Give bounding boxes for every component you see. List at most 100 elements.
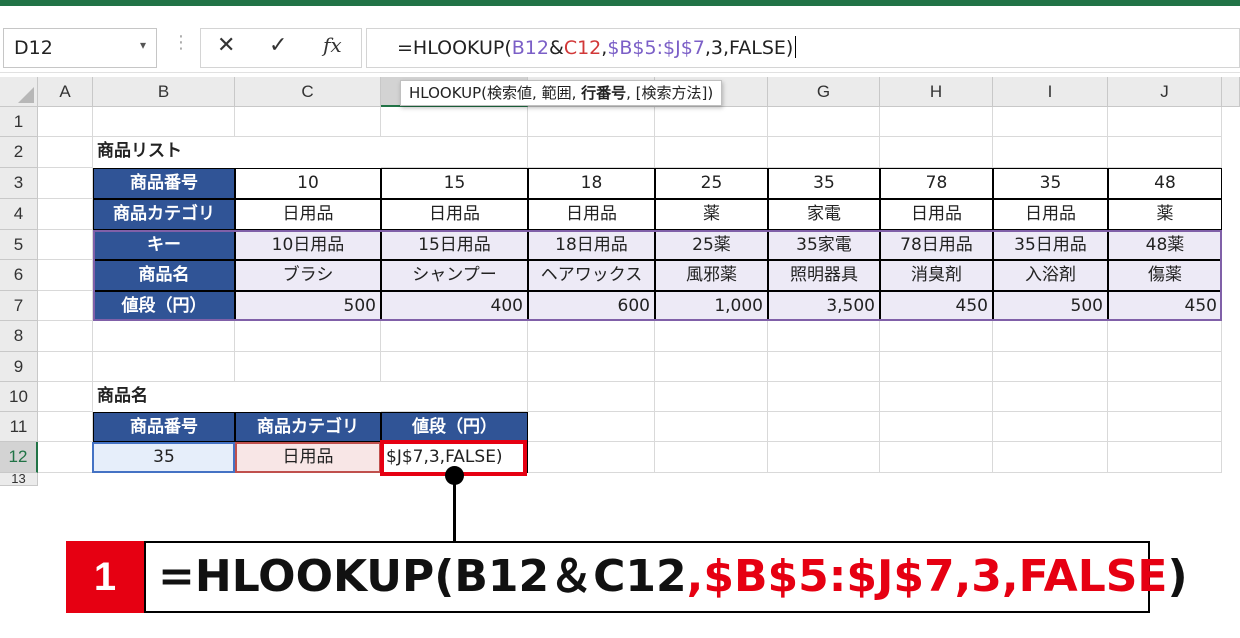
- cell-h11[interactable]: [880, 412, 993, 442]
- category-f4[interactable]: 薬: [655, 199, 768, 230]
- price-f7[interactable]: 1,000: [655, 291, 768, 321]
- price-i7[interactable]: 500: [993, 291, 1108, 321]
- cell-a4[interactable]: [38, 199, 93, 230]
- cell-a9[interactable]: [38, 352, 93, 382]
- cell-h2[interactable]: [880, 137, 993, 168]
- cell-f1[interactable]: [655, 107, 768, 137]
- key-j5[interactable]: 48薬: [1108, 230, 1222, 260]
- cell-i10[interactable]: [993, 382, 1108, 412]
- cell-a1[interactable]: [38, 107, 93, 137]
- product-number-h3[interactable]: 78: [880, 168, 993, 199]
- header-category[interactable]: 商品カテゴリ: [93, 199, 235, 230]
- cell-d8[interactable]: [381, 321, 528, 352]
- cell-i12[interactable]: [993, 442, 1108, 473]
- price-j7[interactable]: 450: [1108, 291, 1222, 321]
- cell-a11[interactable]: [38, 412, 93, 442]
- cell-j11[interactable]: [1108, 412, 1222, 442]
- column-header-c[interactable]: C: [235, 77, 381, 107]
- row-header-1[interactable]: 1: [0, 107, 38, 137]
- category-c4[interactable]: 日用品: [235, 199, 381, 230]
- column-header-a[interactable]: A: [38, 77, 93, 107]
- cell-f11[interactable]: [655, 412, 768, 442]
- name-f6[interactable]: 風邪薬: [655, 260, 768, 291]
- cell-g8[interactable]: [768, 321, 880, 352]
- cell-f12[interactable]: [655, 442, 768, 473]
- cell-f2[interactable]: [655, 137, 768, 168]
- cell-g11[interactable]: [768, 412, 880, 442]
- cell-b9[interactable]: [93, 352, 235, 382]
- cell-h10[interactable]: [880, 382, 993, 412]
- row-header-9[interactable]: 9: [0, 352, 38, 382]
- cell-i1[interactable]: [993, 107, 1108, 137]
- category-h4[interactable]: 日用品: [880, 199, 993, 230]
- product-number-f3[interactable]: 25: [655, 168, 768, 199]
- column-header-b[interactable]: B: [93, 77, 235, 107]
- name-e6[interactable]: ヘアワックス: [528, 260, 655, 291]
- row-header-12[interactable]: 12: [0, 442, 38, 473]
- cell-f10[interactable]: [655, 382, 768, 412]
- name-d6[interactable]: シャンプー: [381, 260, 528, 291]
- cell-e10[interactable]: [528, 382, 655, 412]
- cell-b1[interactable]: [93, 107, 235, 137]
- cell-g10[interactable]: [768, 382, 880, 412]
- name-j6[interactable]: 傷薬: [1108, 260, 1222, 291]
- name-g6[interactable]: 照明器具: [768, 260, 880, 291]
- tooltip-arg-lookup-value[interactable]: 検索値,: [487, 84, 542, 102]
- cell-d9[interactable]: [381, 352, 528, 382]
- cell-c1[interactable]: [235, 107, 381, 137]
- row-header-13[interactable]: 13: [0, 473, 38, 486]
- cell-g1[interactable]: [768, 107, 880, 137]
- cell-i2[interactable]: [993, 137, 1108, 168]
- column-header-k[interactable]: [1222, 77, 1240, 107]
- cell-e12[interactable]: [528, 442, 655, 473]
- cell-j12[interactable]: [1108, 442, 1222, 473]
- price-g7[interactable]: 3,500: [768, 291, 880, 321]
- cell-d2[interactable]: [381, 137, 528, 168]
- cell-j9[interactable]: [1108, 352, 1222, 382]
- cell-h9[interactable]: [880, 352, 993, 382]
- lookup-header-price[interactable]: 値段（円）: [381, 412, 528, 442]
- lookup-value-number[interactable]: 35: [93, 442, 235, 473]
- cell-e8[interactable]: [528, 321, 655, 352]
- cell-a6[interactable]: [38, 260, 93, 291]
- category-j4[interactable]: 薬: [1108, 199, 1222, 230]
- row-header-4[interactable]: 4: [0, 199, 38, 230]
- column-header-j[interactable]: J: [1108, 77, 1222, 107]
- tooltip-arg-row-index[interactable]: 行番号: [581, 84, 626, 102]
- cell-f8[interactable]: [655, 321, 768, 352]
- cell-j10[interactable]: [1108, 382, 1222, 412]
- cell-g9[interactable]: [768, 352, 880, 382]
- row-header-10[interactable]: 10: [0, 382, 38, 412]
- cell-e11[interactable]: [528, 412, 655, 442]
- product-number-c3[interactable]: 10: [235, 168, 381, 199]
- row-header-7[interactable]: 7: [0, 291, 38, 321]
- header-product-name[interactable]: 商品名: [93, 260, 235, 291]
- product-number-j3[interactable]: 48: [1108, 168, 1222, 199]
- worksheet-grid[interactable]: A B C D E F G H I J 1 2 3 4 5 6 7 8 9 10…: [0, 0, 1240, 486]
- product-number-g3[interactable]: 35: [768, 168, 880, 199]
- product-number-e3[interactable]: 18: [528, 168, 655, 199]
- cell-i9[interactable]: [993, 352, 1108, 382]
- cell-i8[interactable]: [993, 321, 1108, 352]
- key-h5[interactable]: 78日用品: [880, 230, 993, 260]
- cell-a7[interactable]: [38, 291, 93, 321]
- cell-g12[interactable]: [768, 442, 880, 473]
- column-header-h[interactable]: H: [880, 77, 993, 107]
- lookup-header-number[interactable]: 商品番号: [93, 412, 235, 442]
- cell-d1[interactable]: [381, 107, 528, 137]
- cell-c9[interactable]: [235, 352, 381, 382]
- name-h6[interactable]: 消臭剤: [880, 260, 993, 291]
- row-header-8[interactable]: 8: [0, 321, 38, 352]
- row-header-5[interactable]: 5: [0, 230, 38, 260]
- cell-a2[interactable]: [38, 137, 93, 168]
- row-header-2[interactable]: 2: [0, 137, 38, 168]
- cell-c8[interactable]: [235, 321, 381, 352]
- row-header-11[interactable]: 11: [0, 412, 38, 442]
- cell-g2[interactable]: [768, 137, 880, 168]
- row-header-3[interactable]: 3: [0, 168, 38, 199]
- cell-j1[interactable]: [1108, 107, 1222, 137]
- header-product-number[interactable]: 商品番号: [93, 168, 235, 199]
- cell-d10[interactable]: [381, 382, 528, 412]
- price-d7[interactable]: 400: [381, 291, 528, 321]
- cell-b8[interactable]: [93, 321, 235, 352]
